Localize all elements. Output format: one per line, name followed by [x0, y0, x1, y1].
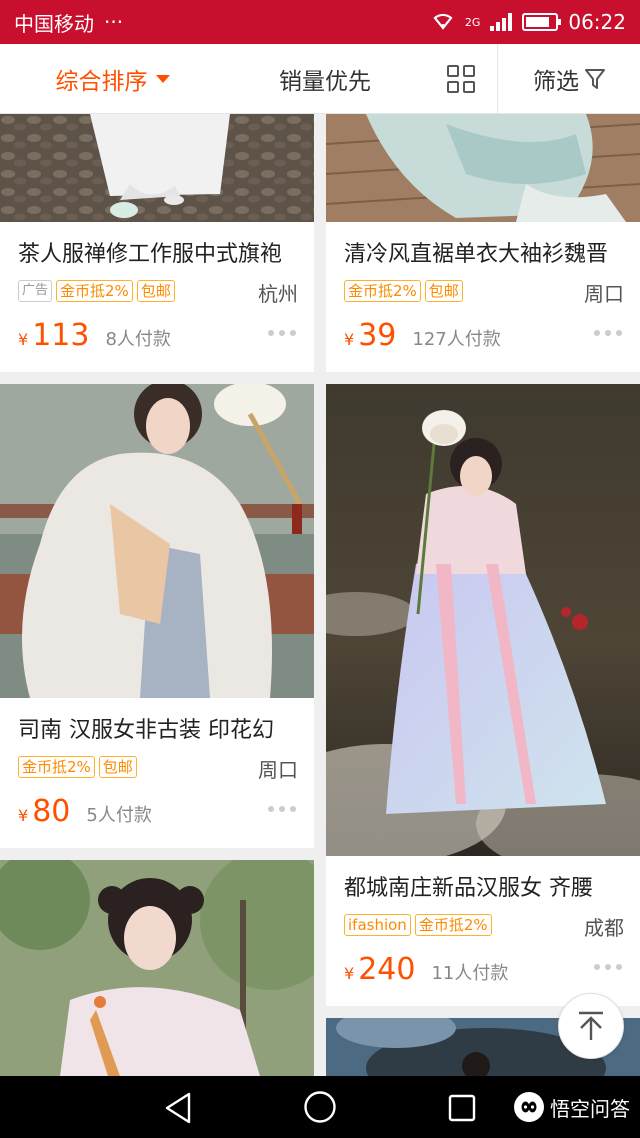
product-image[interactable]	[0, 384, 314, 698]
currency-symbol: ¥	[344, 330, 355, 349]
coin-discount-tag: 金币抵2%	[18, 756, 95, 778]
product-city: 周口	[258, 758, 298, 782]
product-city: 周口	[584, 282, 624, 306]
sort-sales-label: 销量优先	[279, 68, 371, 95]
clock: 06:22	[568, 10, 626, 34]
status-more: ···	[104, 10, 124, 34]
wifi-icon	[431, 10, 455, 35]
arrow-up-icon	[579, 1011, 603, 1040]
more-options-icon[interactable]	[594, 964, 622, 970]
filter-button[interactable]: 筛选	[497, 44, 640, 113]
recents-nav-button[interactable]	[444, 1090, 480, 1126]
coin-discount-tag: 金币抵2%	[414, 914, 492, 936]
home-nav-button[interactable]	[302, 1089, 338, 1125]
product-price: 80	[32, 794, 71, 829]
filter-label: 筛选	[533, 68, 579, 95]
sales-count: 127人付款	[412, 329, 501, 350]
product-title: 清冷风直裾单衣大袖衫魏晋	[344, 242, 609, 267]
sales-count: 5人付款	[86, 805, 152, 826]
grid-view-icon	[447, 64, 475, 93]
coin-discount-tag: 金币抵2%	[344, 280, 421, 302]
product-image[interactable]	[326, 114, 640, 222]
signal-icon	[490, 13, 513, 31]
watermark-text: 悟空问答	[550, 1096, 630, 1121]
product-title: 司南 汉服女非古装 印花幻	[18, 718, 274, 743]
ifashion-tag: ifashion	[344, 914, 411, 936]
product-city: 成都	[584, 916, 624, 940]
free-shipping-tag: 包邮	[424, 280, 463, 302]
currency-symbol: ¥	[18, 330, 29, 349]
product-image[interactable]	[0, 860, 314, 1076]
wukong-watermark: 悟空问答	[514, 1092, 630, 1122]
sales-count: 11人付款	[431, 963, 509, 984]
more-options-icon[interactable]	[268, 330, 296, 336]
sort-sales-button[interactable]: 销量优先	[225, 44, 425, 113]
funnel-icon	[585, 68, 605, 89]
currency-symbol: ¥	[344, 964, 355, 983]
status-bar: 中国移动 ··· 2G 06:22	[0, 0, 640, 44]
coin-discount-tag: 金币抵2%	[56, 280, 133, 302]
wukong-logo-icon	[514, 1092, 544, 1122]
battery-icon	[522, 13, 562, 31]
ad-badge: 广告	[18, 280, 53, 302]
product-title: 茶人服禅修工作服中式旗袍	[18, 242, 283, 267]
product-price: 39	[358, 318, 397, 353]
product-image[interactable]	[0, 114, 314, 222]
carrier-name: 中国移动	[14, 11, 94, 36]
product-image[interactable]	[326, 384, 640, 874]
product-price: 113	[32, 318, 90, 353]
product-price: 240	[358, 952, 416, 987]
caret-down-icon	[155, 74, 170, 83]
sort-bar: 综合排序 销量优先 筛选	[0, 44, 640, 114]
product-card[interactable]	[0, 860, 314, 1076]
network-type: 2G	[464, 15, 481, 29]
product-title: 都城南庄新品汉服女 齐腰	[344, 876, 593, 901]
back-to-top-button[interactable]	[558, 993, 624, 1059]
sort-comprehensive-label: 综合排序	[55, 68, 148, 95]
back-triangle-icon	[165, 1092, 191, 1124]
sales-count: 8人付款	[105, 329, 171, 350]
recents-square-icon	[448, 1094, 476, 1122]
product-city: 杭州	[258, 282, 298, 306]
back-nav-button[interactable]	[160, 1090, 196, 1126]
free-shipping-tag: 包邮	[98, 756, 137, 778]
product-card[interactable]: 都城南庄新品汉服女 齐腰 ifashion 金币抵2% 成都 ¥ 240 11人…	[326, 384, 640, 1006]
sort-comprehensive-button[interactable]: 综合排序	[0, 44, 225, 113]
currency-symbol: ¥	[18, 806, 29, 825]
more-options-icon[interactable]	[268, 806, 296, 812]
layout-toggle-button[interactable]	[425, 44, 497, 113]
system-nav-bar: 悟空问答	[0, 1076, 640, 1138]
more-options-icon[interactable]	[594, 330, 622, 336]
free-shipping-tag: 包邮	[136, 280, 175, 302]
product-card[interactable]: 司南 汉服女非古装 印花幻 金币抵2% 包邮 周口 ¥ 80 5人付款	[0, 384, 314, 848]
home-circle-icon	[304, 1091, 336, 1123]
product-card[interactable]: 茶人服禅修工作服中式旗袍 广告 金币抵2% 包邮 杭州 ¥ 113 8人付款	[0, 114, 314, 372]
product-card[interactable]: 清冷风直裾单衣大袖衫魏晋 金币抵2% 包邮 周口 ¥ 39 127人付款	[326, 114, 640, 372]
